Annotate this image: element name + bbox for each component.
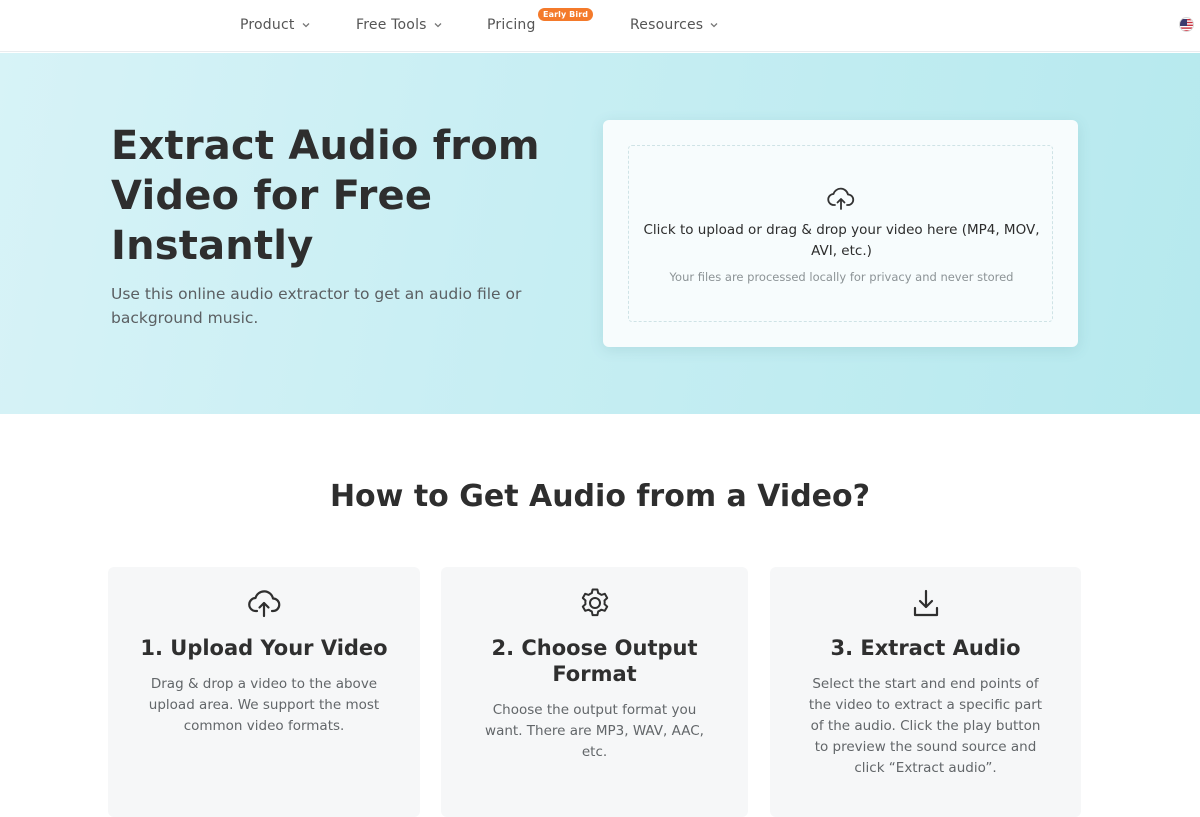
step-card-upload: 1. Upload Your Video Drag & drop a video… [108, 567, 420, 817]
step-title: 1. Upload Your Video [140, 636, 388, 660]
nav-item-label: Resources [630, 17, 704, 33]
nav-item-label: Pricing [487, 17, 536, 33]
upload-card: Click to upload or drag & drop your vide… [603, 120, 1078, 347]
hero-subtitle: Use this online audio extractor to get a… [111, 285, 522, 327]
step-description: Choose the output format you want. There… [485, 702, 704, 760]
early-bird-badge: Early Bird [538, 8, 594, 21]
step-description: Drag & drop a video to the above upload … [148, 676, 380, 734]
step-card-extract: 3. Extract Audio Select the start and en… [770, 567, 1081, 817]
step-card-format: 2. Choose Output Format Choose the outpu… [441, 567, 748, 817]
step-title: 3. Extract Audio [830, 636, 1021, 660]
nav-item-free-tools[interactable]: Free Tools [356, 15, 443, 35]
cloud-upload-icon [248, 590, 281, 618]
step-description: Select the start and end points of the v… [808, 676, 1043, 776]
download-icon [913, 589, 938, 617]
chevron-down-icon [434, 23, 442, 28]
step-title: 2. Choose Output Format [491, 636, 698, 686]
nav-item-pricing[interactable]: Pricing [487, 15, 536, 35]
top-navigation-bar: Product Free Tools Pricing Early Bird Re… [0, 0, 1200, 52]
video-dropzone[interactable]: Click to upload or drag & drop your vide… [628, 145, 1053, 322]
hero-section: Extract Audio from Video for Free Instan… [0, 53, 1200, 414]
gear-icon [581, 588, 608, 617]
how-to-title: How to Get Audio from a Video? [329, 479, 871, 514]
chevron-down-icon [710, 23, 718, 28]
nav-item-label: Free Tools [356, 17, 427, 33]
nav-item-resources[interactable]: Resources [630, 15, 719, 35]
hero-title: Extract Audio from Video for Free Instan… [111, 123, 540, 269]
upload-prompt: Click to upload or drag & drop your vide… [643, 222, 1040, 259]
nav-item-product[interactable]: Product [240, 15, 311, 35]
privacy-note: Your files are processed locally for pri… [669, 270, 1014, 284]
cloud-upload-icon [827, 187, 855, 210]
chevron-down-icon [302, 23, 310, 28]
nav-item-label: Product [240, 17, 295, 33]
us-flag-icon[interactable] [1179, 17, 1194, 32]
